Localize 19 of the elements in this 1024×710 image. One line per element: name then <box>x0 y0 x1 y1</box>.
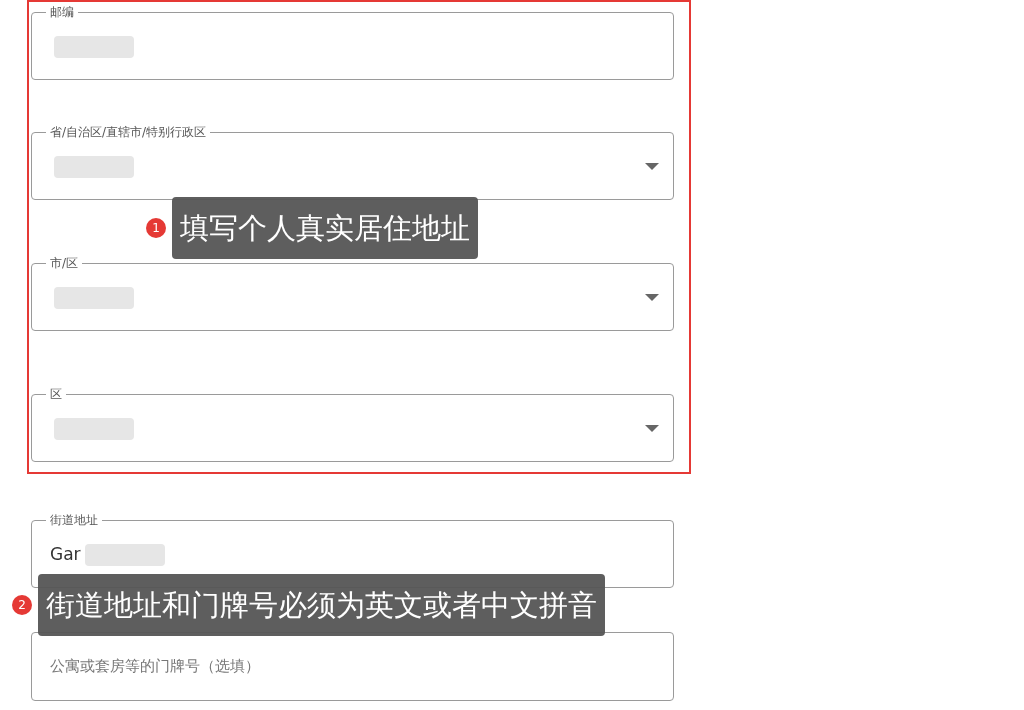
step-badge: 1 <box>146 218 166 238</box>
dropdown-caret-icon <box>645 425 659 432</box>
field-label: 街道地址 <box>49 512 99 528</box>
input-field[interactable]: 邮编 <box>31 4 674 80</box>
field-label: 省/自治区/直辖市/特别行政区 <box>49 124 208 140</box>
field-label: 市/区 <box>49 255 80 271</box>
annotation-tooltip: 填写个人真实居住地址 <box>172 197 478 259</box>
select-field[interactable]: 区 <box>31 386 674 462</box>
field-label: 邮编 <box>49 4 75 20</box>
dropdown-caret-icon <box>645 163 659 170</box>
field-value: Gar <box>50 542 81 566</box>
step-badge: 2 <box>12 595 32 615</box>
field-placeholder: 公寓或套房等的门牌号（选填） <box>50 656 260 678</box>
field-label: 区 <box>49 386 63 402</box>
annotation-tooltip: 街道地址和门牌号必须为英文或者中文拼音 <box>38 574 605 636</box>
select-field[interactable]: 市/区 <box>31 255 674 331</box>
input-field[interactable]: 公寓或套房等的门牌号（选填） <box>31 632 674 701</box>
dropdown-caret-icon <box>645 294 659 301</box>
select-field[interactable]: 省/自治区/直辖市/特别行政区 <box>31 124 674 200</box>
